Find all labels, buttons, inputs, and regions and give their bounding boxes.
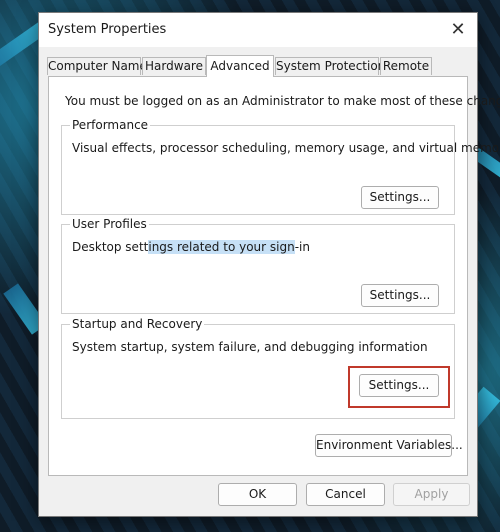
cancel-button[interactable]: Cancel xyxy=(306,483,385,506)
system-properties-dialog: System Properties ✕ Computer Name Hardwa… xyxy=(38,12,500,517)
tab-advanced[interactable]: Advanced xyxy=(206,55,274,77)
startup-recovery-title: Startup and Recovery xyxy=(70,317,205,331)
apply-button[interactable]: Apply xyxy=(393,483,470,506)
startup-recovery-settings-button[interactable]: Settings... xyxy=(359,374,439,397)
performance-settings-button[interactable]: Settings... xyxy=(361,186,439,209)
user-profiles-title: User Profiles xyxy=(70,217,149,231)
user-profiles-desc-part: -in xyxy=(294,240,310,254)
tab-computer-name[interactable]: Computer Name xyxy=(47,57,147,75)
ok-button[interactable]: OK xyxy=(218,483,297,506)
startup-recovery-description: System startup, system failure, and debu… xyxy=(72,340,428,354)
tab-remote[interactable]: Remote xyxy=(380,57,432,75)
user-profiles-desc-part: Desktop sett xyxy=(72,240,149,254)
title-bar[interactable]: System Properties ✕ xyxy=(39,13,477,47)
dialog-title: System Properties xyxy=(48,22,167,37)
environment-variables-button[interactable]: Environment Variables... xyxy=(315,434,463,457)
user-profiles-description: Desktop settings related to your sign-in xyxy=(72,240,310,254)
performance-title: Performance xyxy=(70,118,151,132)
tab-hardware[interactable]: Hardware xyxy=(142,57,206,75)
startup-recovery-group: Startup and Recovery System startup, sys… xyxy=(61,317,455,419)
performance-group: Performance Visual effects, processor sc… xyxy=(61,118,500,215)
close-icon[interactable]: ✕ xyxy=(445,17,471,43)
text-selection-highlight: ings related to your sign xyxy=(148,240,295,254)
user-profiles-group: User Profiles Desktop settings related t… xyxy=(61,217,455,314)
user-profiles-settings-button[interactable]: Settings... xyxy=(361,284,439,307)
performance-description: Visual effects, processor scheduling, me… xyxy=(72,141,500,155)
admin-note: You must be logged on as an Administrato… xyxy=(65,94,500,108)
advanced-tab-panel: You must be logged on as an Administrato… xyxy=(48,76,500,476)
tab-system-protection[interactable]: System Protection xyxy=(275,57,385,75)
